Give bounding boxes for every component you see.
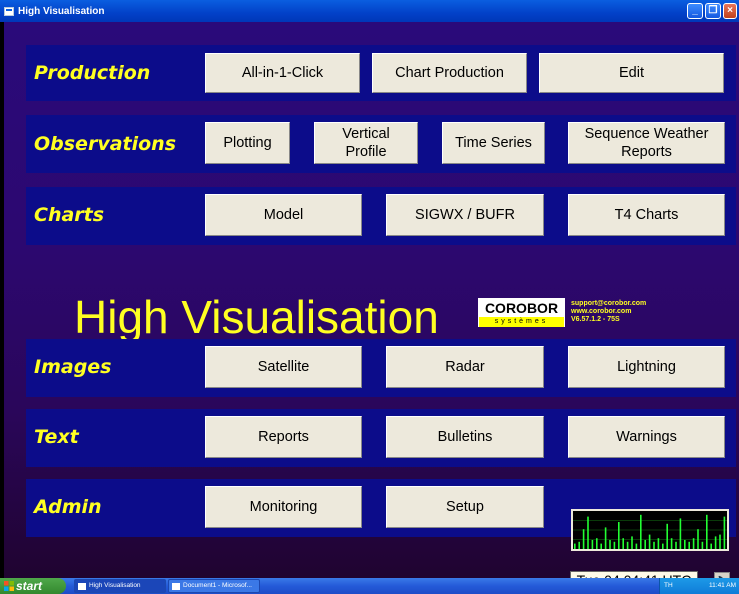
monitor-bar bbox=[670, 538, 673, 549]
support-website: www.corobor.com bbox=[571, 308, 632, 315]
row-label-text: Text bbox=[34, 426, 79, 448]
window-title: High Visualisation bbox=[18, 5, 105, 17]
task-label: High Visualisation bbox=[89, 582, 141, 589]
bulletins-button[interactable]: Bulletins bbox=[386, 416, 544, 458]
warnings-button[interactable]: Warnings bbox=[568, 416, 725, 458]
monitor-bar bbox=[697, 529, 699, 549]
support-email: support@corobor.com bbox=[571, 300, 647, 307]
monitor-bar bbox=[631, 536, 633, 549]
row-charts: Charts Model SIGWX / BUFR T4 Charts bbox=[26, 187, 736, 245]
monitor-bar bbox=[578, 541, 580, 549]
monitor-bar bbox=[692, 538, 695, 549]
monitor-bar bbox=[582, 529, 585, 549]
monitor-bar bbox=[719, 534, 721, 549]
app-icon bbox=[78, 583, 86, 590]
activity-graph-icon[interactable] bbox=[571, 509, 729, 551]
monitor-bar bbox=[635, 543, 638, 549]
row-label-images: Images bbox=[34, 356, 112, 378]
monitor-bar bbox=[613, 541, 616, 549]
windows-logo-icon bbox=[4, 581, 14, 591]
monitor-bar bbox=[622, 538, 624, 549]
lightning-button[interactable]: Lightning bbox=[568, 346, 725, 388]
row-label-observations: Observations bbox=[34, 133, 177, 155]
app-banner-title: High Visualisation bbox=[74, 291, 439, 343]
monitor-bar bbox=[587, 516, 589, 549]
edit-button[interactable]: Edit bbox=[539, 53, 724, 93]
row-label-admin: Admin bbox=[34, 496, 102, 518]
monitor-bar bbox=[653, 541, 655, 549]
word-document-icon bbox=[172, 583, 180, 590]
plotting-button[interactable]: Plotting bbox=[205, 122, 290, 164]
all-in-1-click-button[interactable]: All-in-1-Click bbox=[205, 53, 360, 93]
tray-clock: 11:41 AM bbox=[709, 582, 736, 589]
support-info: support@corobor.com www.corobor.com V6.5… bbox=[571, 300, 646, 324]
monitor-bar bbox=[714, 536, 717, 549]
time-series-button[interactable]: Time Series bbox=[442, 122, 545, 164]
sigwx-bufr-button[interactable]: SIGWX / BUFR bbox=[386, 194, 544, 236]
row-observations: Observations Plotting Vertical Profile T… bbox=[26, 115, 736, 173]
window-titlebar[interactable]: High Visualisation _ ❐ × bbox=[0, 0, 739, 22]
row-label-production: Production bbox=[34, 62, 151, 84]
task-document1[interactable]: Document1 - Microsof... bbox=[168, 579, 260, 593]
monitor-bar bbox=[644, 540, 646, 549]
row-production: Production All-in-1-Click Chart Producti… bbox=[26, 45, 736, 101]
monitor-bar bbox=[723, 516, 726, 549]
app-icon bbox=[4, 6, 14, 16]
monitor-bar bbox=[701, 541, 704, 549]
monitor-bar bbox=[648, 534, 651, 549]
window-controls: _ ❐ × bbox=[687, 3, 737, 19]
radar-button[interactable]: Radar bbox=[386, 346, 544, 388]
windows-taskbar: start High Visualisation Document1 - Mic… bbox=[0, 578, 739, 594]
monitor-bar bbox=[706, 514, 708, 549]
row-label-charts: Charts bbox=[34, 204, 105, 226]
monitor-bar bbox=[591, 540, 594, 549]
monitor-bar bbox=[679, 518, 682, 549]
row-images: Images Satellite Radar Lightning bbox=[26, 339, 736, 397]
task-label: Document1 - Microsof... bbox=[183, 582, 252, 589]
monitor-bar bbox=[574, 543, 576, 549]
monitor-bar bbox=[666, 523, 668, 549]
monitor-bar bbox=[688, 541, 690, 549]
row-text: Text Reports Bulletins Warnings bbox=[26, 409, 736, 467]
monitor-bar bbox=[684, 540, 686, 549]
monitoring-button[interactable]: Monitoring bbox=[205, 486, 362, 528]
task-high-visualisation[interactable]: High Visualisation bbox=[74, 579, 166, 593]
close-button[interactable]: × bbox=[723, 3, 737, 19]
minimize-button[interactable]: _ bbox=[687, 3, 703, 19]
main-panel: Production All-in-1-Click Chart Producti… bbox=[4, 22, 739, 589]
logo-wordmark: COROBOR bbox=[479, 299, 564, 317]
model-button[interactable]: Model bbox=[205, 194, 362, 236]
chart-production-button[interactable]: Chart Production bbox=[372, 53, 527, 93]
monitor-bar bbox=[662, 543, 664, 549]
monitor-bar bbox=[609, 540, 611, 549]
reports-button[interactable]: Reports bbox=[205, 416, 362, 458]
monitor-bar bbox=[626, 541, 629, 549]
monitor-bar bbox=[657, 538, 660, 549]
language-indicator[interactable]: TH bbox=[664, 578, 673, 594]
version-label: V6.57.1.2 - 75S bbox=[571, 316, 620, 323]
sequence-weather-reports-button[interactable]: Sequence Weather Reports bbox=[568, 122, 725, 164]
monitor-bar bbox=[600, 543, 602, 549]
monitor-bar bbox=[618, 522, 620, 549]
corobor-logo: COROBOR systèmes bbox=[478, 298, 565, 327]
setup-button[interactable]: Setup bbox=[386, 486, 544, 528]
t4-charts-button[interactable]: T4 Charts bbox=[568, 194, 725, 236]
monitor-bar bbox=[596, 538, 598, 549]
maximize-button[interactable]: ❐ bbox=[705, 3, 721, 19]
monitor-bar bbox=[604, 527, 607, 549]
system-tray: TH 11:41 AM bbox=[659, 578, 739, 594]
monitor-bar bbox=[675, 541, 677, 549]
start-button[interactable]: start bbox=[0, 578, 66, 594]
vertical-profile-button[interactable]: Vertical Profile bbox=[314, 122, 418, 164]
monitor-bar bbox=[640, 514, 642, 549]
start-label: start bbox=[16, 579, 43, 593]
logo-tagline: systèmes bbox=[479, 317, 564, 327]
satellite-button[interactable]: Satellite bbox=[205, 346, 362, 388]
monitor-bar bbox=[710, 543, 712, 549]
activity-graph bbox=[573, 514, 727, 549]
